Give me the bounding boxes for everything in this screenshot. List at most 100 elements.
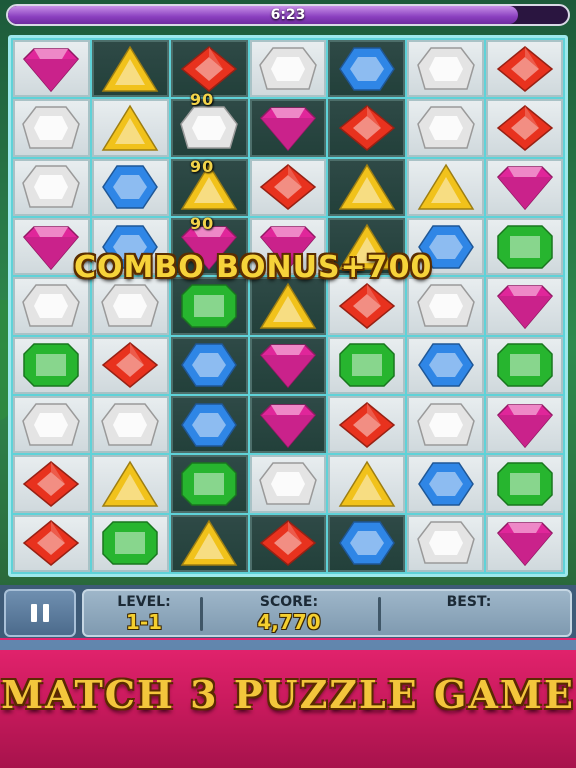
board-cell[interactable] [170, 336, 248, 394]
board-cell[interactable] [486, 99, 563, 157]
white-gem-icon [178, 104, 240, 152]
board-cell[interactable] [13, 514, 90, 572]
yellow-gem-icon [99, 45, 161, 93]
board-cell[interactable] [328, 455, 406, 513]
board-cell[interactable] [91, 99, 169, 157]
board-cell[interactable] [91, 336, 169, 394]
board-cell[interactable] [91, 455, 169, 513]
board-cell[interactable] [13, 40, 90, 98]
combo-bonus-text: COMBO BONUS+700 [74, 250, 433, 285]
board-cell[interactable] [328, 158, 406, 216]
board-cell[interactable] [407, 336, 485, 394]
board-cell[interactable] [486, 455, 563, 513]
board-cell[interactable] [249, 514, 327, 572]
board-cell[interactable] [13, 336, 90, 394]
board-cell[interactable] [486, 395, 563, 454]
board-cell[interactable] [328, 514, 406, 572]
board-cell[interactable] [407, 99, 485, 157]
pause-icon [31, 604, 37, 622]
red-gem-icon [257, 519, 319, 567]
pause-icon [43, 604, 49, 622]
pink-gem-icon [257, 341, 319, 389]
blue-gem-icon [415, 341, 477, 389]
board-cell[interactable] [407, 455, 485, 513]
board-cell[interactable] [13, 277, 90, 335]
board-cell[interactable] [13, 395, 90, 454]
board-cell[interactable] [486, 336, 563, 394]
white-gem-icon [99, 282, 161, 330]
red-gem-icon [336, 401, 398, 449]
board-cell[interactable] [91, 40, 169, 98]
white-gem-icon [415, 45, 477, 93]
board-cell[interactable] [170, 40, 248, 98]
board-cell[interactable] [486, 277, 563, 335]
green-gem-icon [20, 341, 82, 389]
board-cell[interactable] [249, 158, 327, 216]
board-cell[interactable] [486, 217, 563, 276]
blue-gem-icon [415, 460, 477, 508]
red-gem-icon [494, 104, 556, 152]
board-cell[interactable] [170, 455, 248, 513]
level-label: LEVEL: [117, 594, 171, 610]
board-cell[interactable] [170, 395, 248, 454]
white-gem-icon [20, 104, 82, 152]
board-cell[interactable] [407, 277, 485, 335]
pink-gem-icon [494, 163, 556, 211]
board-cell[interactable] [407, 158, 485, 216]
board-cell[interactable] [328, 40, 406, 98]
green-gem-icon [178, 460, 240, 508]
board-cell[interactable] [13, 99, 90, 157]
board-cell[interactable] [249, 455, 327, 513]
white-gem-icon [99, 401, 161, 449]
white-gem-icon [20, 163, 82, 211]
board-cell[interactable] [249, 40, 327, 98]
board-cell[interactable] [407, 514, 485, 572]
blue-gem-icon [336, 45, 398, 93]
pink-gem-icon [257, 104, 319, 152]
board-cell[interactable] [486, 40, 563, 98]
pink-gem-icon [20, 45, 82, 93]
white-gem-icon [20, 282, 82, 330]
board-cell[interactable] [13, 455, 90, 513]
board-cell[interactable] [407, 395, 485, 454]
board-cell[interactable] [91, 514, 169, 572]
yellow-gem-icon [257, 282, 319, 330]
game-board [8, 35, 568, 577]
board-cell[interactable] [328, 336, 406, 394]
board-cell[interactable] [170, 514, 248, 572]
level-value: 1-1 [125, 610, 163, 634]
board-cell[interactable] [249, 395, 327, 454]
points-popup: 90 [190, 157, 215, 176]
pause-button[interactable] [4, 589, 76, 637]
red-gem-icon [99, 341, 161, 389]
points-popup: 90 [190, 90, 215, 109]
white-gem-icon [20, 401, 82, 449]
board-cell[interactable] [249, 277, 327, 335]
yellow-gem-icon [99, 104, 161, 152]
board-cell[interactable] [91, 158, 169, 216]
board-cell[interactable] [13, 158, 90, 216]
board-cell[interactable] [249, 99, 327, 157]
yellow-gem-icon [99, 460, 161, 508]
red-gem-icon [336, 282, 398, 330]
red-gem-icon [494, 45, 556, 93]
green-gem-icon [494, 223, 556, 271]
blue-gem-icon [99, 163, 161, 211]
board-cell[interactable] [486, 158, 563, 216]
board-cell[interactable] [249, 336, 327, 394]
board-cell[interactable] [170, 277, 248, 335]
board-cell[interactable] [328, 99, 406, 157]
yellow-gem-icon [178, 519, 240, 567]
board-cell[interactable] [407, 40, 485, 98]
board-cell[interactable] [328, 277, 406, 335]
board-cell[interactable] [328, 395, 406, 454]
pink-gem-icon [494, 401, 556, 449]
gem-grid [13, 40, 563, 572]
board-cell[interactable] [91, 395, 169, 454]
pink-gem-icon [494, 519, 556, 567]
board-cell[interactable] [91, 277, 169, 335]
board-cell[interactable] [486, 514, 563, 572]
yellow-gem-icon [415, 163, 477, 211]
white-gem-icon [415, 401, 477, 449]
blue-gem-icon [178, 401, 240, 449]
